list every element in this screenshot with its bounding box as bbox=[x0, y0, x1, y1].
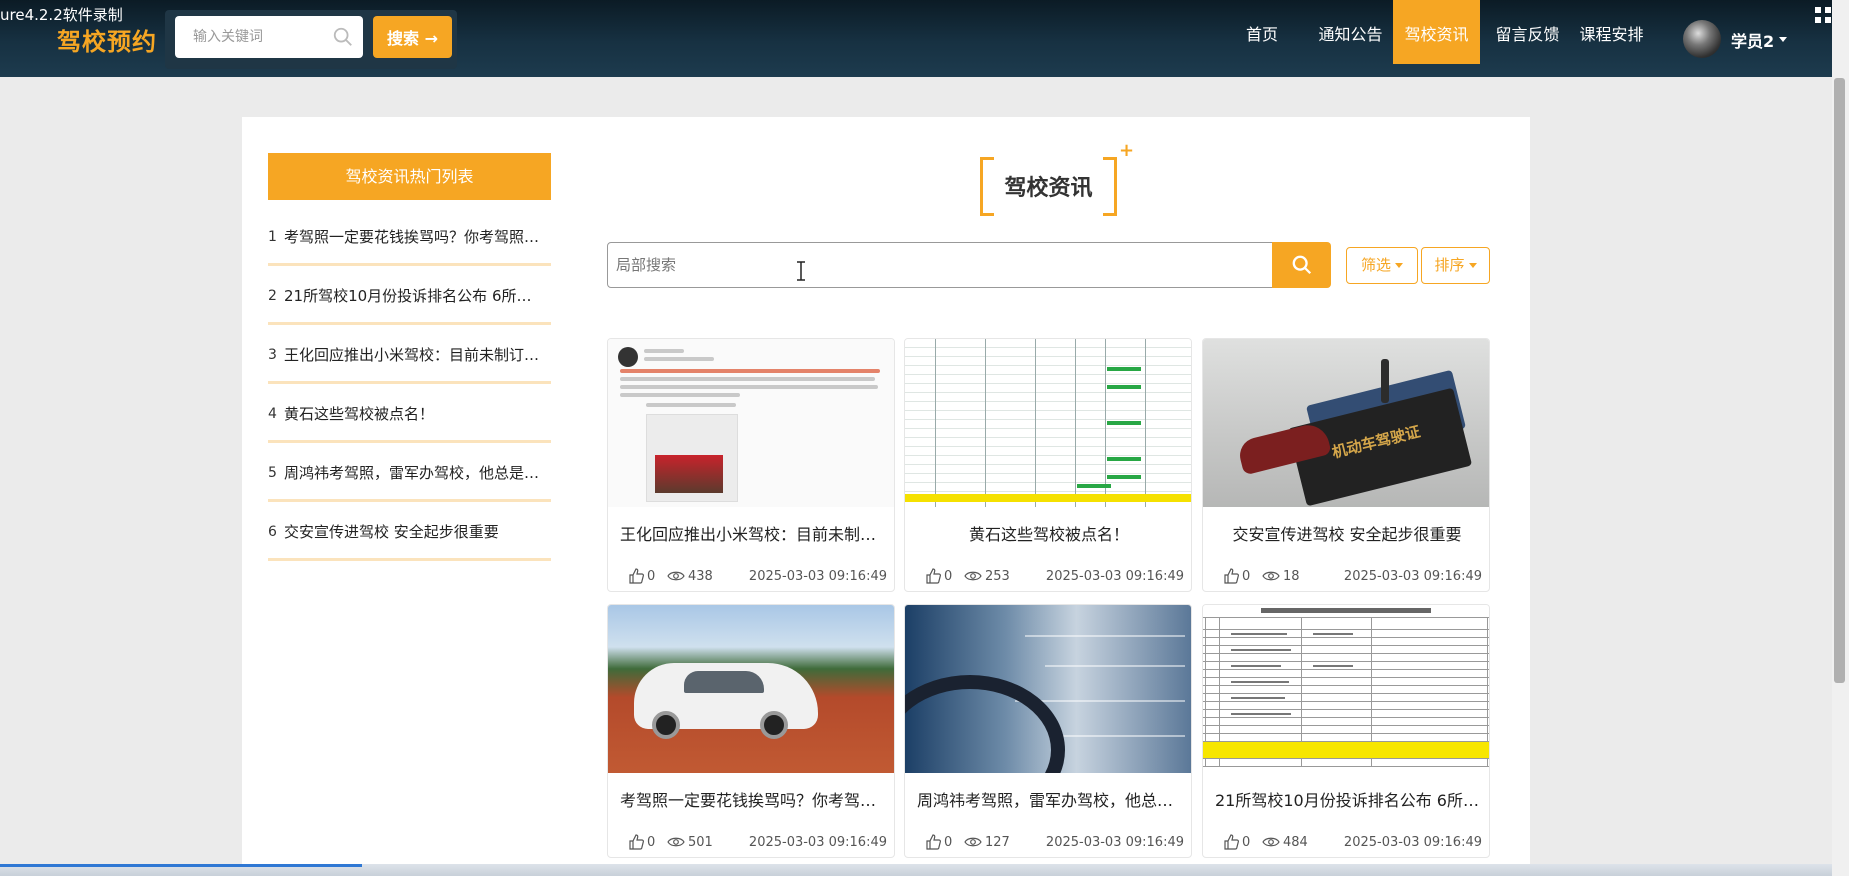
eye-icon bbox=[667, 837, 685, 847]
eye-icon bbox=[964, 837, 982, 847]
view-count: 484 bbox=[1283, 835, 1308, 850]
news-card[interactable]: 21所驾校10月份投诉排名公布 6所驾校被点名 0 484 2025-03-03… bbox=[1202, 604, 1490, 858]
hot-list-number: 2 bbox=[268, 288, 277, 304]
nav-home[interactable]: 首页 bbox=[1230, 0, 1294, 64]
search-icon bbox=[333, 27, 352, 46]
thumbs-up-icon[interactable] bbox=[1223, 834, 1239, 850]
hot-list-title: 驾校资讯热门列表 bbox=[268, 153, 551, 200]
hot-list-number: 6 bbox=[268, 524, 277, 540]
local-search-input[interactable] bbox=[607, 242, 1273, 288]
hot-list-number: 1 bbox=[268, 229, 277, 245]
loading-progress-bar bbox=[0, 864, 362, 867]
hot-list-item-title[interactable]: 王化回应推出小米驾校：目前未制订相关计划 bbox=[284, 344, 546, 365]
user-name[interactable]: 学员2 bbox=[1731, 28, 1774, 52]
eye-icon bbox=[964, 571, 982, 581]
hot-list-number: 4 bbox=[268, 406, 277, 422]
plus-icon: + bbox=[1119, 140, 1135, 161]
site-logo[interactable]: 驾校预约 bbox=[57, 22, 157, 57]
text-cursor-icon bbox=[797, 261, 805, 281]
news-card-meta: 0 501 2025-03-03 09:16:49 bbox=[608, 834, 894, 852]
hot-list-item[interactable]: 1 考驾照一定要花钱挨骂吗？你考驾照被骂过吗 bbox=[268, 207, 551, 266]
page-title: 驾校资讯 bbox=[1004, 176, 1093, 201]
sort-label: 排序 bbox=[1434, 256, 1465, 274]
like-count: 0 bbox=[944, 569, 953, 584]
nav-news[interactable]: 驾校资讯 bbox=[1393, 0, 1480, 64]
hot-list-item[interactable]: 4 黄石这些驾校被点名！ bbox=[268, 384, 551, 443]
news-thumbnail[interactable] bbox=[1203, 605, 1489, 773]
news-card-meta: 0 127 2025-03-03 09:16:49 bbox=[905, 834, 1191, 852]
news-card-title[interactable]: 考驾照一定要花钱挨骂吗？你考驾照被骂过吗 bbox=[620, 787, 884, 811]
publish-date: 2025-03-03 09:16:49 bbox=[1045, 835, 1184, 850]
caret-down-icon bbox=[1395, 263, 1403, 268]
publish-date: 2025-03-03 09:16:49 bbox=[1343, 835, 1482, 850]
thumbs-up-icon[interactable] bbox=[925, 568, 941, 584]
news-thumbnail[interactable] bbox=[608, 605, 894, 773]
news-card-meta: 0 438 2025-03-03 09:16:49 bbox=[608, 568, 894, 586]
news-card-title[interactable]: 王化回应推出小米驾校：目前未制订相关计划 bbox=[620, 521, 884, 545]
hot-list-item[interactable]: 6 交安宣传进驾校 安全起步很重要 bbox=[268, 502, 551, 561]
nav-schedule[interactable]: 课程安排 bbox=[1572, 0, 1651, 64]
eye-icon bbox=[667, 571, 685, 581]
search-icon bbox=[1292, 255, 1312, 275]
publish-date: 2025-03-03 09:16:49 bbox=[748, 835, 887, 850]
view-count: 127 bbox=[985, 835, 1010, 850]
caret-down-icon[interactable] bbox=[1779, 37, 1787, 42]
filter-dropdown[interactable]: 筛选 bbox=[1346, 247, 1418, 284]
page-scrollbar-thumb[interactable] bbox=[1834, 78, 1845, 683]
hot-list-number: 3 bbox=[268, 347, 277, 363]
like-count: 0 bbox=[647, 569, 656, 584]
publish-date: 2025-03-03 09:16:49 bbox=[748, 569, 887, 584]
nav-feedback[interactable]: 留言反馈 bbox=[1488, 0, 1567, 64]
like-count: 0 bbox=[1242, 569, 1251, 584]
news-thumbnail[interactable] bbox=[608, 339, 894, 507]
grid-icon[interactable] bbox=[1814, 6, 1832, 24]
filter-label: 筛选 bbox=[1360, 256, 1391, 274]
like-count: 0 bbox=[1242, 835, 1251, 850]
hot-list-item[interactable]: 5 周鸿祎考驾照，雷军办驾校，他总是慢一步 bbox=[268, 443, 551, 502]
news-card-meta: 0 253 2025-03-03 09:16:49 bbox=[905, 568, 1191, 586]
hot-list-item-title[interactable]: 21所驾校10月份投诉排名公布 6所驾校被点名 bbox=[284, 285, 546, 306]
news-card[interactable]: 机动车驾驶证 交安宣传进驾校 安全起步很重要 0 18 2025-03-03 0… bbox=[1202, 338, 1490, 592]
sort-dropdown[interactable]: 排序 bbox=[1421, 247, 1490, 284]
view-count: 438 bbox=[688, 569, 713, 584]
hot-list-number: 5 bbox=[268, 465, 277, 481]
local-search-button[interactable] bbox=[1272, 242, 1331, 288]
avatar[interactable] bbox=[1683, 20, 1721, 58]
like-count: 0 bbox=[647, 835, 656, 850]
thumbs-up-icon[interactable] bbox=[925, 834, 941, 850]
news-card[interactable]: 王化回应推出小米驾校：目前未制订相关计划 0 438 2025-03-03 09… bbox=[607, 338, 895, 592]
view-count: 253 bbox=[985, 569, 1010, 584]
view-count: 501 bbox=[688, 835, 713, 850]
news-thumbnail[interactable] bbox=[905, 605, 1191, 773]
news-thumbnail[interactable] bbox=[905, 339, 1191, 507]
news-card[interactable]: 黄石这些驾校被点名！ 0 253 2025-03-03 09:16:49 bbox=[904, 338, 1192, 592]
like-count: 0 bbox=[944, 835, 953, 850]
thumbs-up-icon[interactable] bbox=[628, 834, 644, 850]
news-thumbnail[interactable]: 机动车驾驶证 bbox=[1203, 339, 1489, 507]
header-search-button[interactable]: 搜索 → bbox=[373, 16, 452, 58]
caret-down-icon bbox=[1468, 263, 1477, 268]
news-card[interactable]: 周鸿祎考驾照，雷军办驾校，他总是慢一步 0 127 2025-03-03 09:… bbox=[904, 604, 1192, 858]
thumbs-up-icon[interactable] bbox=[628, 568, 644, 584]
eye-icon bbox=[1262, 571, 1280, 581]
news-card-title[interactable]: 21所驾校10月份投诉排名公布 6所驾校被点名 bbox=[1215, 787, 1479, 811]
news-card-title[interactable]: 黄石这些驾校被点名！ bbox=[917, 521, 1181, 545]
news-card-meta: 0 484 2025-03-03 09:16:49 bbox=[1203, 834, 1489, 852]
eye-icon bbox=[1262, 837, 1280, 847]
hot-list-item-title[interactable]: 周鸿祎考驾照，雷军办驾校，他总是慢一步 bbox=[284, 462, 546, 483]
publish-date: 2025-03-03 09:16:49 bbox=[1045, 569, 1184, 584]
news-card-title[interactable]: 周鸿祎考驾照，雷军办驾校，他总是慢一步 bbox=[917, 787, 1181, 811]
thumbs-up-icon[interactable] bbox=[1223, 568, 1239, 584]
news-card-title[interactable]: 交安宣传进驾校 安全起步很重要 bbox=[1215, 521, 1479, 545]
hot-list-item-title[interactable]: 黄石这些驾校被点名！ bbox=[284, 403, 546, 424]
nav-notices[interactable]: 通知公告 bbox=[1311, 0, 1390, 64]
hot-list-item-title[interactable]: 交安宣传进驾校 安全起步很重要 bbox=[284, 521, 546, 542]
hot-list-item[interactable]: 3 王化回应推出小米驾校：目前未制订相关计划 bbox=[268, 325, 551, 384]
news-card[interactable]: 考驾照一定要花钱挨骂吗？你考驾照被骂过吗 0 501 2025-03-03 09… bbox=[607, 604, 895, 858]
hot-list-item-title[interactable]: 考驾照一定要花钱挨骂吗？你考驾照被骂过吗 bbox=[284, 226, 546, 247]
hot-list-item[interactable]: 2 21所驾校10月份投诉排名公布 6所驾校被点名 bbox=[268, 266, 551, 325]
news-card-meta: 0 18 2025-03-03 09:16:49 bbox=[1203, 568, 1489, 586]
publish-date: 2025-03-03 09:16:49 bbox=[1343, 569, 1482, 584]
view-count: 18 bbox=[1283, 569, 1300, 584]
